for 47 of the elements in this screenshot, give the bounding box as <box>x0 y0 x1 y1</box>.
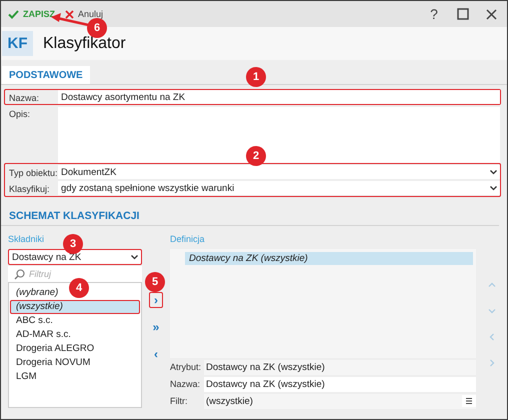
chevron-down-icon <box>490 186 497 190</box>
list-item[interactable]: Drogeria NOVUM <box>10 356 96 370</box>
menu-icon[interactable] <box>462 395 476 407</box>
field-label: Atrybut: <box>170 362 202 372</box>
attribute-field: Dostawcy na ZK (wszystkie) <box>204 360 476 374</box>
transfer-button[interactable]: ‹ <box>149 346 163 362</box>
chevron-down-icon[interactable] <box>488 307 496 315</box>
maximize-icon[interactable] <box>457 8 469 20</box>
definition-item[interactable]: Dostawcy na ZK (wszystkie) <box>185 252 473 265</box>
field-label: Opis: <box>8 108 32 119</box>
field-label: Typ obiektu: <box>8 167 58 178</box>
chevron-up-icon[interactable] <box>488 281 496 289</box>
list-item[interactable]: (wybrane) <box>10 286 64 300</box>
app-logo: KF <box>2 31 33 56</box>
field-label: Klasyfikuj: <box>8 183 51 194</box>
tab[interactable]: PODSTAWOWE <box>2 66 90 84</box>
help-button[interactable]: ? <box>424 6 444 22</box>
close-icon[interactable] <box>486 8 497 20</box>
cancel-button[interactable]: Anuluj <box>64 7 104 21</box>
chevron-right-icon[interactable] <box>488 359 496 367</box>
field-label: Filtr: <box>170 396 188 406</box>
transfer-button[interactable]: › <box>149 292 163 308</box>
list-item[interactable]: (wszystkie) <box>10 300 140 314</box>
chevron-down-icon <box>490 170 497 174</box>
close-icon <box>65 10 74 18</box>
section-title: SCHEMAT KLASYFIKACJI <box>1 210 499 226</box>
filter-field[interactable]: (wszystkie) <box>204 394 476 408</box>
transfer-button[interactable]: » <box>149 319 163 335</box>
number-badge: 3 <box>63 234 83 254</box>
dropdown[interactable]: Dostawcy na ZK <box>8 249 142 265</box>
number-badge: 5 <box>145 272 165 292</box>
check-icon <box>8 10 19 18</box>
chevron-down-icon <box>131 254 138 260</box>
dropdown[interactable]: gdy zostaną spełnione wszystkie warunki <box>58 181 500 195</box>
chevron-left-icon[interactable] <box>488 333 496 341</box>
name-field[interactable]: Dostawcy na ZK (wszystkie) <box>204 376 476 392</box>
field-label: Nazwa: <box>170 379 202 389</box>
dropdown[interactable]: DokumentZK <box>58 165 500 179</box>
panel-label: Składniki <box>8 234 44 246</box>
search-icon <box>14 268 25 280</box>
list-item[interactable]: LGM <box>10 370 43 384</box>
list-item[interactable]: ABC s.c. <box>10 314 59 328</box>
panel-label: Definicja <box>170 234 205 246</box>
number-badge: 1 <box>246 67 266 87</box>
list-item[interactable]: Drogeria ALEGRO <box>10 342 100 356</box>
list-item[interactable]: AD-MAR s.c. <box>10 328 77 342</box>
description-field[interactable] <box>58 107 500 163</box>
